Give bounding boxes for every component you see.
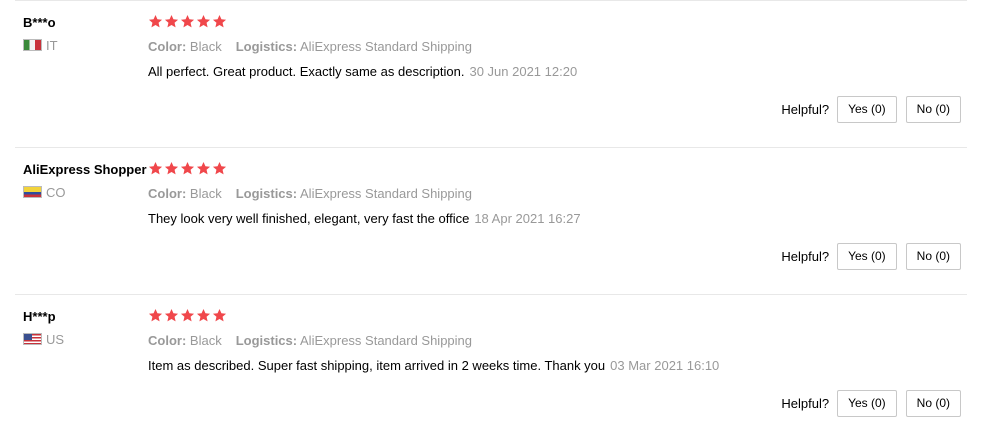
review-separator bbox=[15, 147, 967, 148]
star-icon bbox=[164, 14, 179, 29]
logistics-value: AliExpress Standard Shipping bbox=[300, 186, 473, 201]
country-code: CO bbox=[46, 185, 66, 200]
star-icon bbox=[180, 161, 195, 176]
star-icon bbox=[196, 308, 211, 323]
star-icon bbox=[148, 308, 163, 323]
helpful-label: Helpful? bbox=[781, 249, 830, 264]
logistics-key: Logistics: bbox=[235, 333, 298, 348]
review-feedback: All perfect. Great product. Exactly same… bbox=[148, 64, 577, 79]
country-code: IT bbox=[46, 38, 58, 53]
review-item: H***p US Color: Black Logistics: AliExpre… bbox=[0, 294, 983, 439]
logistics-value: AliExpress Standard Shipping bbox=[300, 333, 473, 348]
review-list: B***o IT Color: Black Logistics: AliExpre… bbox=[0, 0, 983, 439]
star-icon bbox=[180, 14, 195, 29]
reviewer-country: CO bbox=[23, 185, 66, 201]
reviewer-name: B***o bbox=[23, 15, 56, 30]
helpful-controls: Helpful? Yes (0) No (0) bbox=[781, 96, 961, 123]
color-value: Black bbox=[189, 39, 222, 54]
review-meta: Color: Black Logistics: AliExpress Standa… bbox=[148, 39, 472, 54]
usa-flag-icon bbox=[23, 333, 42, 345]
helpful-no-button[interactable]: No (0) bbox=[905, 243, 961, 270]
helpful-label: Helpful? bbox=[781, 396, 830, 411]
reviewer-name: H***p bbox=[23, 309, 56, 324]
review-feedback: Item as described. Super fast shipping, … bbox=[148, 358, 719, 373]
star-icon bbox=[164, 161, 179, 176]
helpful-controls: Helpful? Yes (0) No (0) bbox=[781, 243, 961, 270]
star-icon bbox=[148, 14, 163, 29]
color-key: Color: bbox=[148, 39, 187, 54]
star-icon bbox=[196, 161, 211, 176]
helpful-yes-button[interactable]: Yes (0) bbox=[837, 243, 897, 270]
logistics-key: Logistics: bbox=[235, 186, 298, 201]
review-item: AliExpress Shopper CO Color: Black Logist… bbox=[0, 147, 983, 294]
italy-flag-icon bbox=[23, 39, 42, 51]
star-rating bbox=[148, 308, 227, 324]
country-code: US bbox=[46, 332, 65, 347]
star-rating bbox=[148, 14, 227, 30]
reviewer-country: IT bbox=[23, 38, 58, 54]
star-icon bbox=[212, 308, 227, 323]
helpful-controls: Helpful? Yes (0) No (0) bbox=[781, 390, 961, 417]
review-date: 18 Apr 2021 16:27 bbox=[474, 211, 581, 226]
color-value: Black bbox=[189, 186, 222, 201]
review-feedback: They look very well finished, elegant, v… bbox=[148, 211, 581, 226]
color-key: Color: bbox=[148, 186, 187, 201]
review-date: 30 Jun 2021 12:20 bbox=[469, 64, 578, 79]
review-meta: Color: Black Logistics: AliExpress Standa… bbox=[148, 333, 472, 348]
reviewer-country: US bbox=[23, 332, 64, 348]
review-text: All perfect. Great product. Exactly same… bbox=[148, 64, 465, 79]
review-text: Item as described. Super fast shipping, … bbox=[148, 358, 606, 373]
review-item: B***o IT Color: Black Logistics: AliExpre… bbox=[0, 0, 983, 147]
color-value: Black bbox=[189, 333, 222, 348]
logistics-value: AliExpress Standard Shipping bbox=[300, 39, 473, 54]
star-icon bbox=[148, 161, 163, 176]
helpful-no-button[interactable]: No (0) bbox=[905, 390, 961, 417]
helpful-yes-button[interactable]: Yes (0) bbox=[837, 96, 897, 123]
review-meta: Color: Black Logistics: AliExpress Standa… bbox=[148, 186, 472, 201]
star-icon bbox=[212, 161, 227, 176]
star-icon bbox=[164, 308, 179, 323]
star-icon bbox=[180, 308, 195, 323]
star-icon bbox=[212, 14, 227, 29]
star-rating bbox=[148, 161, 227, 177]
helpful-yes-button[interactable]: Yes (0) bbox=[837, 390, 897, 417]
review-separator bbox=[15, 294, 967, 295]
review-date: 03 Mar 2021 16:10 bbox=[610, 358, 720, 373]
helpful-label: Helpful? bbox=[781, 102, 830, 117]
color-key: Color: bbox=[148, 333, 187, 348]
star-icon bbox=[196, 14, 211, 29]
logistics-key: Logistics: bbox=[235, 39, 298, 54]
review-separator bbox=[15, 0, 967, 1]
colombia-flag-icon bbox=[23, 186, 42, 198]
reviewer-name: AliExpress Shopper bbox=[23, 162, 147, 177]
review-text: They look very well finished, elegant, v… bbox=[148, 211, 470, 226]
helpful-no-button[interactable]: No (0) bbox=[905, 96, 961, 123]
